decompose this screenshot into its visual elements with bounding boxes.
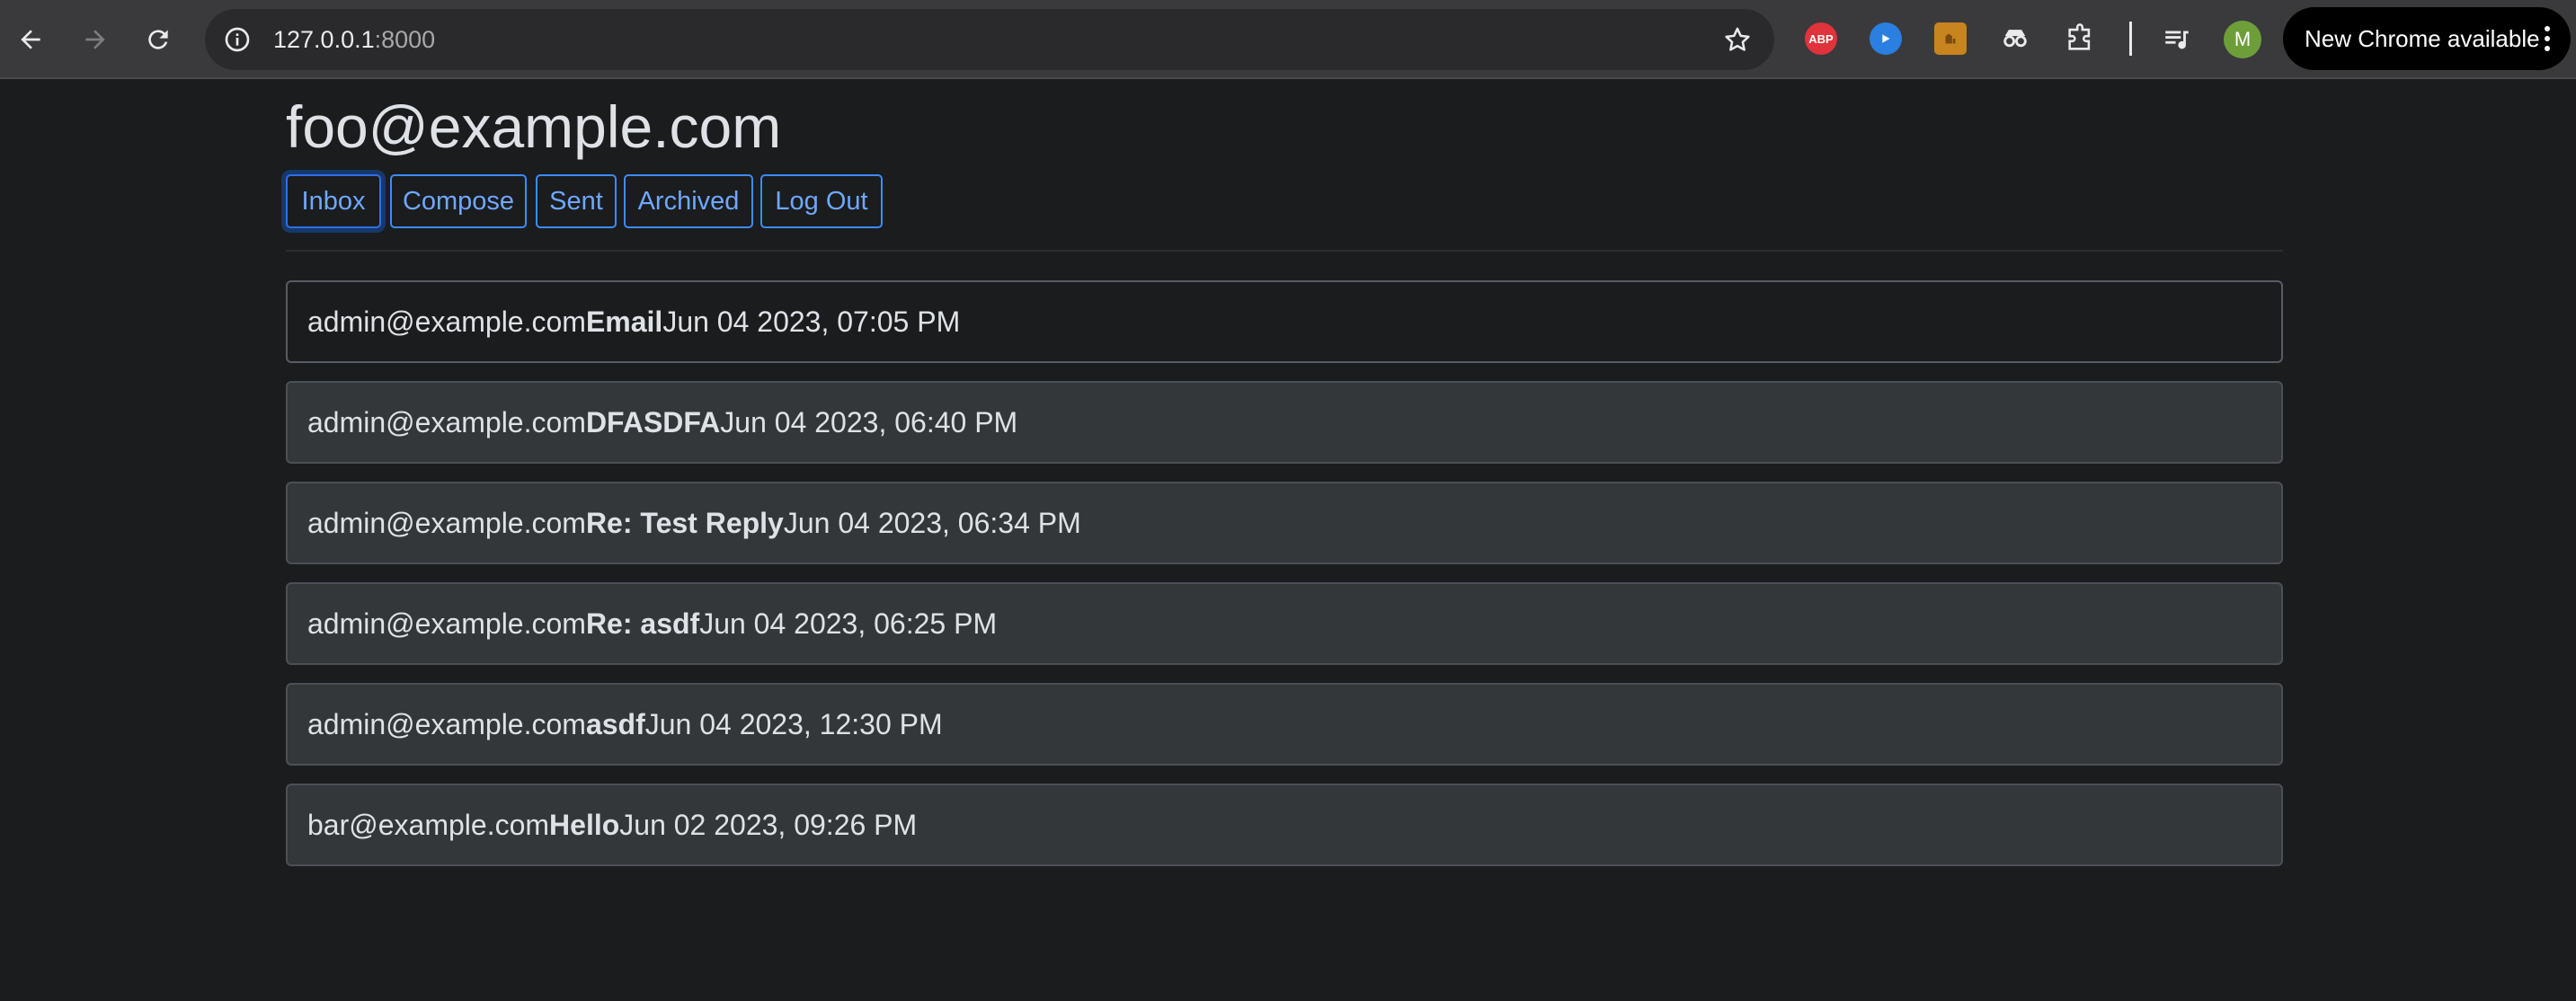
email-timestamp: Jun 04 2023, 06:25 PM xyxy=(699,607,998,640)
orange-extension-icon[interactable] xyxy=(1934,22,1967,55)
email-timestamp: Jun 04 2023, 12:30 PM xyxy=(644,707,943,740)
header-divider xyxy=(286,250,2283,252)
email-row[interactable]: admin@example.com DFASDFA Jun 04 2023, 0… xyxy=(286,381,2283,464)
email-timestamp: Jun 02 2023, 09:26 PM xyxy=(619,808,918,841)
site-info-icon[interactable] xyxy=(223,25,252,54)
more-menu-icon[interactable] xyxy=(2544,25,2551,52)
email-sender: admin@example.com xyxy=(307,506,586,539)
email-row[interactable]: admin@example.com Email Jun 04 2023, 07:… xyxy=(286,280,2283,363)
logout-button[interactable]: Log Out xyxy=(760,174,883,228)
chrome-update-button[interactable]: New Chrome available xyxy=(2283,7,2571,70)
email-sender: admin@example.com xyxy=(307,607,586,640)
email-row[interactable]: admin@example.com asdf Jun 04 2023, 12:3… xyxy=(286,683,2283,766)
adblock-extension-icon[interactable]: ABP xyxy=(1805,22,1837,55)
email-subject: Hello xyxy=(549,808,620,841)
email-sender: admin@example.com xyxy=(307,707,586,740)
email-sender: admin@example.com xyxy=(307,305,586,338)
back-icon[interactable] xyxy=(11,20,50,59)
mail-app: foo@example.com Inbox Compose Sent Archi… xyxy=(286,79,2283,866)
reload-icon[interactable] xyxy=(138,20,178,59)
url-text[interactable]: 127.0.0.1:8000 xyxy=(273,9,435,70)
email-timestamp: Jun 04 2023, 07:05 PM xyxy=(662,305,961,338)
email-row[interactable]: admin@example.com Re: Test Reply Jun 04 … xyxy=(286,482,2283,564)
email-sender: admin@example.com xyxy=(307,405,586,438)
extensions-puzzle-icon[interactable] xyxy=(2064,22,2096,55)
email-row[interactable]: bar@example.com Hello Jun 02 2023, 09:26… xyxy=(286,784,2283,866)
media-controls-icon[interactable] xyxy=(2161,22,2193,55)
email-timestamp: Jun 04 2023, 06:34 PM xyxy=(783,506,1081,539)
email-subject: Email xyxy=(585,305,663,338)
screen-recorder-extension-icon[interactable] xyxy=(1870,22,1902,55)
browser-toolbar: 127.0.0.1:8000 ABP M New Chrome availabl… xyxy=(0,0,2576,79)
forward-icon[interactable] xyxy=(76,20,115,59)
email-subject: Re: asdf xyxy=(585,607,700,640)
nav-button-group: Inbox Compose Sent Archived Log Out xyxy=(286,174,2283,228)
sent-button[interactable]: Sent xyxy=(536,174,617,228)
email-sender: bar@example.com xyxy=(307,808,550,841)
user-email-heading: foo@example.com xyxy=(286,93,782,160)
compose-button[interactable]: Compose xyxy=(390,174,527,228)
email-subject: DFASDFA xyxy=(585,405,721,438)
toolbar-divider xyxy=(2129,22,2132,56)
email-subject: asdf xyxy=(585,707,645,740)
spy-extension-icon[interactable] xyxy=(1999,22,2031,55)
address-bar[interactable]: 127.0.0.1:8000 xyxy=(205,9,1774,70)
archived-button[interactable]: Archived xyxy=(624,174,753,228)
inbox-button[interactable]: Inbox xyxy=(286,174,381,228)
email-subject: Re: Test Reply xyxy=(585,506,784,539)
update-label: New Chrome available xyxy=(2305,24,2540,52)
profile-avatar[interactable]: M xyxy=(2224,21,2261,58)
bookmark-star-icon[interactable] xyxy=(1722,24,1753,55)
email-timestamp: Jun 04 2023, 06:40 PM xyxy=(720,405,1018,438)
email-row[interactable]: admin@example.com Re: asdf Jun 04 2023, … xyxy=(286,582,2283,665)
